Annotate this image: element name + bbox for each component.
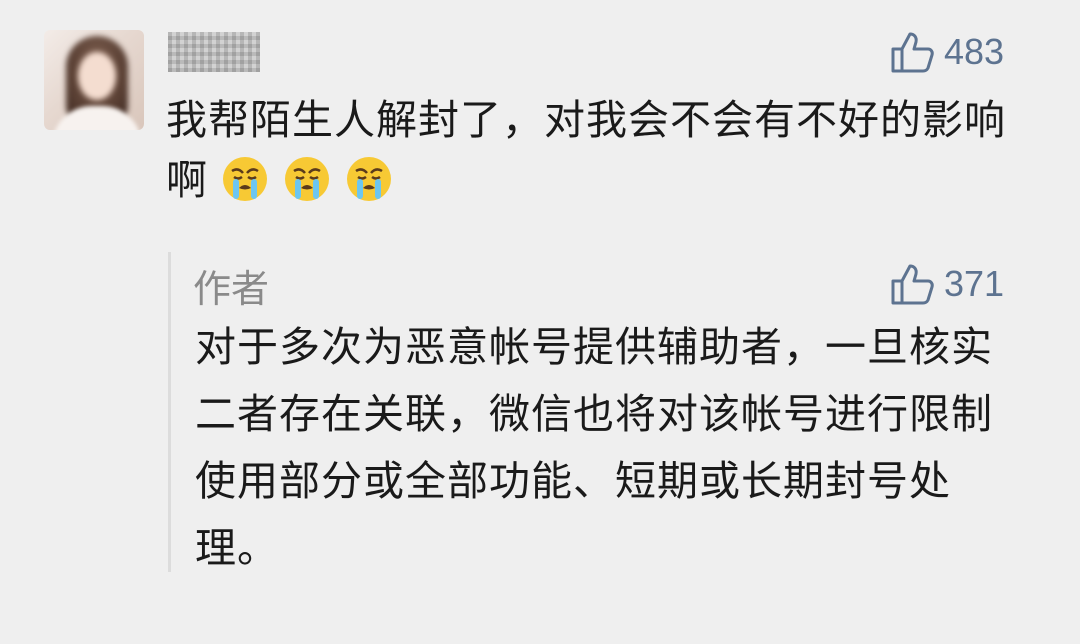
comment-text: 我帮陌生人解封了，对我会不会有不好的影响啊 xyxy=(166,90,1026,210)
avatar[interactable] xyxy=(44,30,144,130)
reply-like-count: 371 xyxy=(944,263,1005,304)
crying-face-icon xyxy=(347,157,391,201)
reply-like-button[interactable]: 371 xyxy=(890,262,1004,306)
thumbs-up-icon xyxy=(891,32,934,73)
comment-like-count: 483 xyxy=(944,31,1005,72)
crying-face-icon xyxy=(223,157,267,201)
comment-card: 483 我帮陌生人解封了，对我会不会有不好的影响啊 作者 对于多次为恶意帐号提供… xyxy=(0,0,1080,644)
thumbs-up-icon xyxy=(891,264,934,305)
reply-author-label: 作者 xyxy=(193,267,270,311)
blurred-nickname[interactable] xyxy=(168,32,260,72)
crying-face-icon xyxy=(285,157,329,201)
comment-like-button[interactable]: 483 xyxy=(890,30,1004,74)
reply-text: 对于多次为恶意帐号提供辅助者，一旦核实二者存在关联，微信也将对该帐号进行限制使用… xyxy=(195,323,993,572)
